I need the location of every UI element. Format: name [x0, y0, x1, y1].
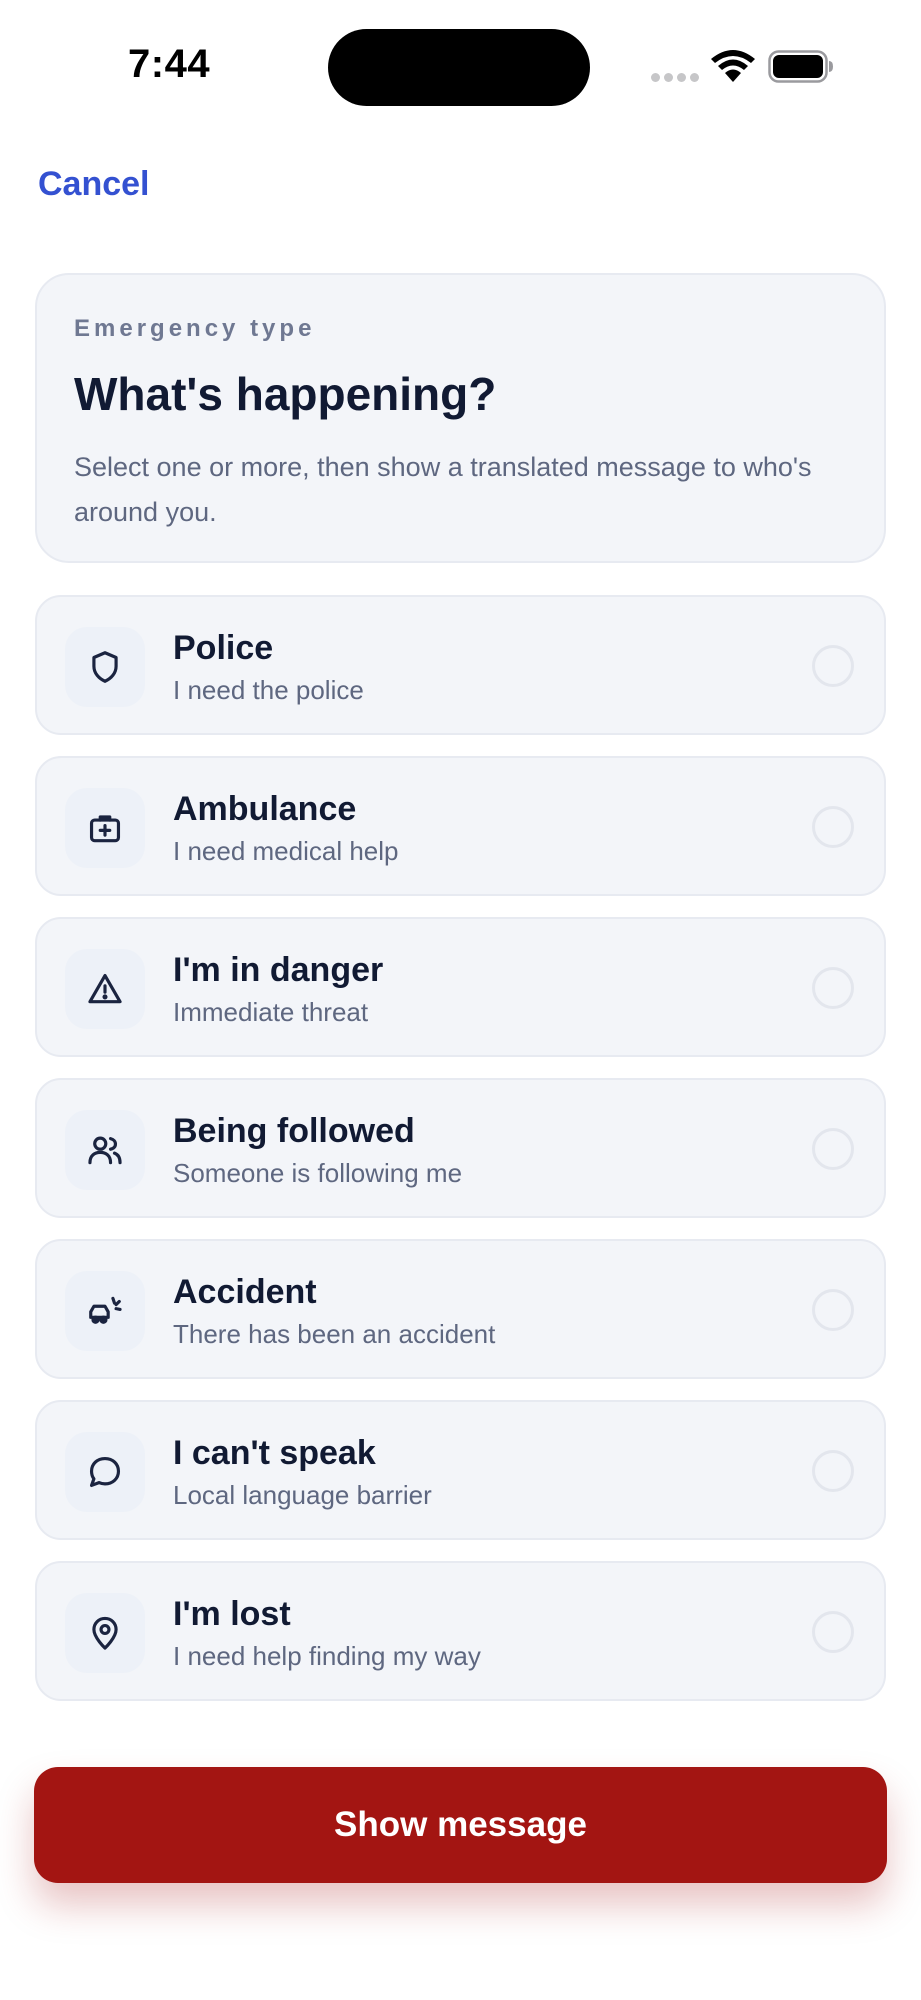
option-police[interactable]: Police I need the police [35, 595, 886, 735]
option-title: I'm in danger [173, 951, 384, 989]
option-cant-speak[interactable]: I can't speak Local language barrier [35, 1400, 886, 1540]
option-title: I can't speak [173, 1434, 376, 1472]
medical-kit-icon [89, 815, 121, 843]
page-subtitle: Select one or more, then show a translat… [74, 452, 812, 527]
option-radio[interactable] [812, 1128, 854, 1170]
option-ambulance[interactable]: Ambulance I need medical help [35, 756, 886, 896]
map-pin-icon [92, 1616, 118, 1650]
warning-triangle-icon [88, 973, 122, 1004]
option-subtitle: I need help finding my way [173, 1641, 481, 1671]
option-icon-box [65, 1110, 145, 1190]
speech-bubble-icon [89, 1456, 121, 1488]
header-card: Emergency type What's happening? Select … [35, 273, 886, 563]
option-subtitle: Local language barrier [173, 1480, 432, 1510]
option-subtitle: There has been an accident [173, 1319, 496, 1349]
eyebrow-label: Emergency type [74, 315, 316, 342]
option-being-followed[interactable]: Being followed Someone is following me [35, 1078, 886, 1218]
emergency-type-screen: 7:44 Cancel Emergency type What's happen… [0, 0, 921, 2000]
shield-icon [92, 651, 118, 683]
battery-icon [768, 50, 833, 83]
option-radio[interactable] [812, 645, 854, 687]
option-radio[interactable] [812, 1611, 854, 1653]
option-title: Police [173, 629, 274, 667]
option-radio[interactable] [812, 967, 854, 1009]
option-icon-box [65, 627, 145, 707]
option-icon-box [65, 1432, 145, 1512]
option-subtitle: I need medical help [173, 836, 399, 866]
option-in-danger[interactable]: I'm in danger Immediate threat [35, 917, 886, 1057]
page-title: What's happening? [74, 368, 497, 420]
option-subtitle: Immediate threat [173, 997, 369, 1027]
car-crash-icon [89, 1296, 122, 1324]
option-title: Accident [173, 1273, 317, 1311]
option-radio[interactable] [812, 1450, 854, 1492]
option-icon-box [65, 788, 145, 868]
option-title: Ambulance [173, 790, 357, 828]
dynamic-island [328, 29, 590, 106]
option-accident[interactable]: Accident There has been an accident [35, 1239, 886, 1379]
show-message-button[interactable]: Show message [34, 1767, 887, 1883]
option-icon-box [65, 949, 145, 1029]
signal-dots-icon [651, 73, 699, 83]
option-radio[interactable] [812, 1289, 854, 1331]
option-title: Being followed [173, 1112, 415, 1150]
option-icon-box [65, 1593, 145, 1673]
status-time: 7:44 [128, 42, 211, 86]
users-icon [88, 1136, 122, 1165]
option-subtitle: I need the police [173, 675, 364, 705]
option-icon-box [65, 1271, 145, 1351]
cancel-button[interactable]: Cancel [38, 165, 150, 204]
option-subtitle: Someone is following me [173, 1158, 463, 1188]
option-radio[interactable] [812, 806, 854, 848]
wifi-icon [711, 50, 755, 82]
option-lost[interactable]: I'm lost I need help finding my way [35, 1561, 886, 1701]
option-title: I'm lost [173, 1595, 291, 1633]
